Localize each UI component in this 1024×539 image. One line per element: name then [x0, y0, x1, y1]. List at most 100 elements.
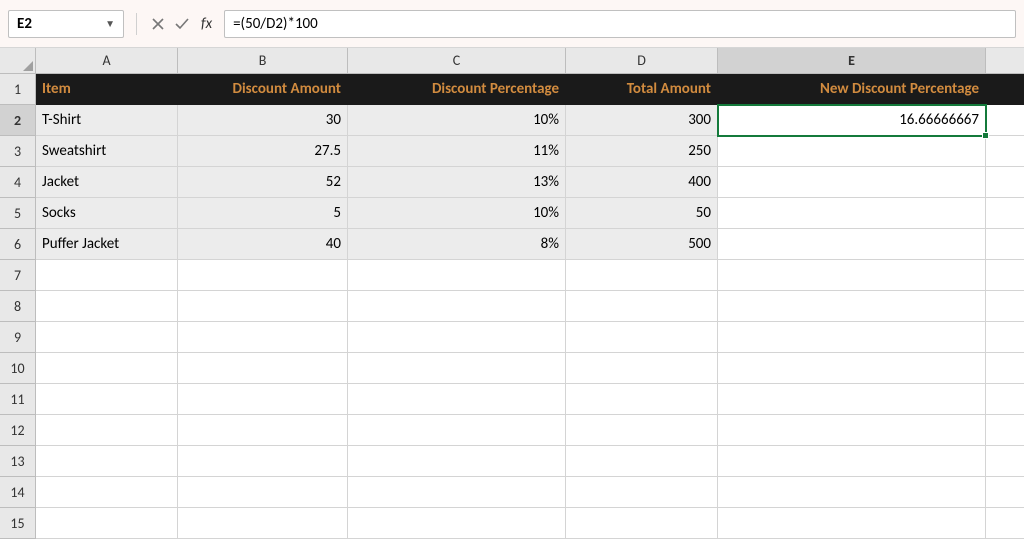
- cell[interactable]: [718, 508, 986, 539]
- cell[interactable]: [566, 353, 718, 384]
- cell[interactable]: [36, 508, 178, 539]
- cancel-icon[interactable]: [149, 15, 167, 33]
- cell[interactable]: 52: [178, 167, 348, 198]
- column-header-A[interactable]: A: [36, 48, 178, 74]
- cell[interactable]: Puffer Jacket: [36, 229, 178, 260]
- cell[interactable]: Socks: [36, 198, 178, 229]
- cell[interactable]: 16.66666667: [718, 105, 986, 136]
- chevron-down-icon[interactable]: ▼: [105, 17, 115, 30]
- cell[interactable]: [348, 260, 566, 291]
- column-header-C[interactable]: C: [348, 48, 566, 74]
- row-header-1[interactable]: 1: [0, 74, 36, 105]
- cell[interactable]: [718, 322, 986, 353]
- cell[interactable]: 40: [178, 229, 348, 260]
- row-header-10[interactable]: 10: [0, 353, 36, 384]
- cell[interactable]: [986, 229, 1024, 260]
- cell[interactable]: [718, 136, 986, 167]
- row-header-2[interactable]: 2: [0, 105, 36, 136]
- cell[interactable]: Sweatshirt: [36, 136, 178, 167]
- cell[interactable]: [986, 291, 1024, 322]
- cell[interactable]: [178, 415, 348, 446]
- cell[interactable]: [718, 229, 986, 260]
- cell[interactable]: T-Shirt: [36, 105, 178, 136]
- cell[interactable]: [718, 260, 986, 291]
- column-header-E[interactable]: E: [718, 48, 986, 74]
- row-header-4[interactable]: 4: [0, 167, 36, 198]
- cell[interactable]: [178, 260, 348, 291]
- cell[interactable]: [348, 477, 566, 508]
- cell[interactable]: 13%: [348, 167, 566, 198]
- row-header-14[interactable]: 14: [0, 477, 36, 508]
- cell[interactable]: Discount Amount: [178, 74, 348, 105]
- cell[interactable]: [718, 353, 986, 384]
- cell[interactable]: [348, 353, 566, 384]
- cell[interactable]: [718, 291, 986, 322]
- row-header-11[interactable]: 11: [0, 384, 36, 415]
- select-all-corner[interactable]: [0, 48, 36, 74]
- cell[interactable]: [566, 260, 718, 291]
- cell[interactable]: [348, 446, 566, 477]
- fx-label[interactable]: fx: [201, 15, 212, 33]
- cell[interactable]: [348, 291, 566, 322]
- cell[interactable]: [986, 74, 1024, 105]
- cell[interactable]: [348, 415, 566, 446]
- cell[interactable]: [348, 508, 566, 539]
- cell[interactable]: 500: [566, 229, 718, 260]
- cell[interactable]: [986, 415, 1024, 446]
- cell[interactable]: [986, 353, 1024, 384]
- cell[interactable]: [36, 322, 178, 353]
- row-header-12[interactable]: 12: [0, 415, 36, 446]
- cell[interactable]: [178, 291, 348, 322]
- cell[interactable]: 400: [566, 167, 718, 198]
- cell[interactable]: [566, 508, 718, 539]
- cell[interactable]: 50: [566, 198, 718, 229]
- cell[interactable]: [566, 446, 718, 477]
- cell[interactable]: Total Amount: [566, 74, 718, 105]
- cell[interactable]: [566, 477, 718, 508]
- cell[interactable]: 300: [566, 105, 718, 136]
- cell[interactable]: [718, 477, 986, 508]
- cell[interactable]: Discount Percentage: [348, 74, 566, 105]
- cell[interactable]: [178, 446, 348, 477]
- grid[interactable]: ItemDiscount AmountDiscount PercentageTo…: [36, 74, 1024, 539]
- confirm-icon[interactable]: [173, 15, 191, 33]
- cell[interactable]: 10%: [348, 105, 566, 136]
- cell[interactable]: [986, 384, 1024, 415]
- cell[interactable]: [348, 322, 566, 353]
- cell[interactable]: [36, 260, 178, 291]
- cell[interactable]: [566, 384, 718, 415]
- cell[interactable]: Jacket: [36, 167, 178, 198]
- cell[interactable]: [986, 322, 1024, 353]
- column-header-D[interactable]: D: [566, 48, 718, 74]
- cell[interactable]: [178, 384, 348, 415]
- cell[interactable]: [36, 415, 178, 446]
- row-header-9[interactable]: 9: [0, 322, 36, 353]
- cell[interactable]: 11%: [348, 136, 566, 167]
- row-header-3[interactable]: 3: [0, 136, 36, 167]
- cell[interactable]: [36, 353, 178, 384]
- cell[interactable]: [348, 384, 566, 415]
- cell[interactable]: [178, 353, 348, 384]
- cell[interactable]: [36, 291, 178, 322]
- cell[interactable]: [986, 198, 1024, 229]
- cell[interactable]: [986, 105, 1024, 136]
- cell[interactable]: 5: [178, 198, 348, 229]
- column-header-F[interactable]: F: [986, 48, 1024, 74]
- cell[interactable]: Item: [36, 74, 178, 105]
- cell[interactable]: 8%: [348, 229, 566, 260]
- row-header-8[interactable]: 8: [0, 291, 36, 322]
- cell[interactable]: [566, 415, 718, 446]
- cell[interactable]: [718, 415, 986, 446]
- fill-handle[interactable]: [982, 132, 989, 139]
- column-header-B[interactable]: B: [178, 48, 348, 74]
- row-header-5[interactable]: 5: [0, 198, 36, 229]
- name-box[interactable]: E2 ▼: [8, 10, 124, 38]
- cell[interactable]: 30: [178, 105, 348, 136]
- formula-input[interactable]: =(50/D2)*100: [224, 10, 1016, 38]
- cell[interactable]: 27.5: [178, 136, 348, 167]
- cell[interactable]: 10%: [348, 198, 566, 229]
- cell[interactable]: [986, 477, 1024, 508]
- cell[interactable]: [36, 477, 178, 508]
- cell[interactable]: [566, 291, 718, 322]
- cell[interactable]: [986, 446, 1024, 477]
